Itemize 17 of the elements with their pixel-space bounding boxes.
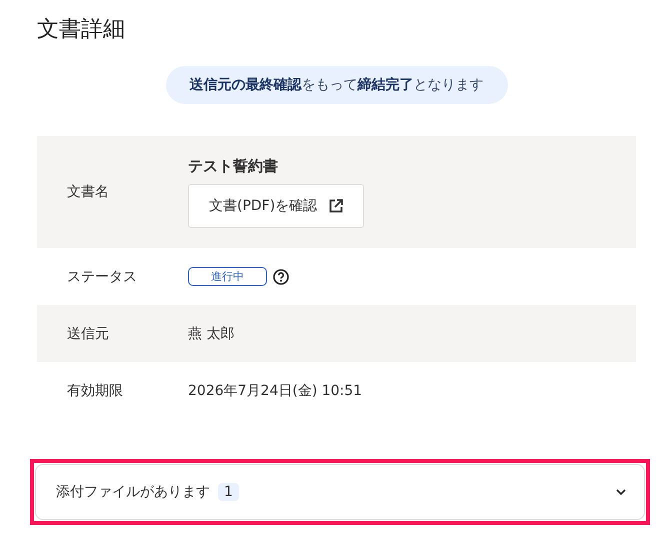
count-badge: 1 [218, 483, 239, 501]
chevron-icon [616, 489, 626, 495]
field-value: 2026年7月24日(金) 10:51 [188, 382, 362, 400]
status-badge: 進行中 [188, 267, 267, 286]
page-title: 文書詳細 [37, 16, 126, 44]
attachments-accordion[interactable]: 添付ファイルがあります 1 [35, 464, 645, 520]
field-label: 有効期限 [66, 382, 124, 400]
external-link-icon [329, 198, 344, 212]
notice-banner: 送信元の最終確認をもって締結完了となります [166, 66, 508, 104]
document-name: テスト誓約書 [188, 156, 279, 176]
field-label: ステータス [66, 268, 138, 286]
field-value: 燕 太郎 [188, 324, 234, 342]
help-icon[interactable] [273, 268, 289, 284]
accordion-label: 添付ファイルがあります [56, 483, 210, 501]
field-label: 送信元 [66, 324, 110, 342]
field-label: 文書名 [66, 183, 110, 201]
view-pdf-button[interactable]: 文書(PDF)を確認 [188, 184, 364, 228]
